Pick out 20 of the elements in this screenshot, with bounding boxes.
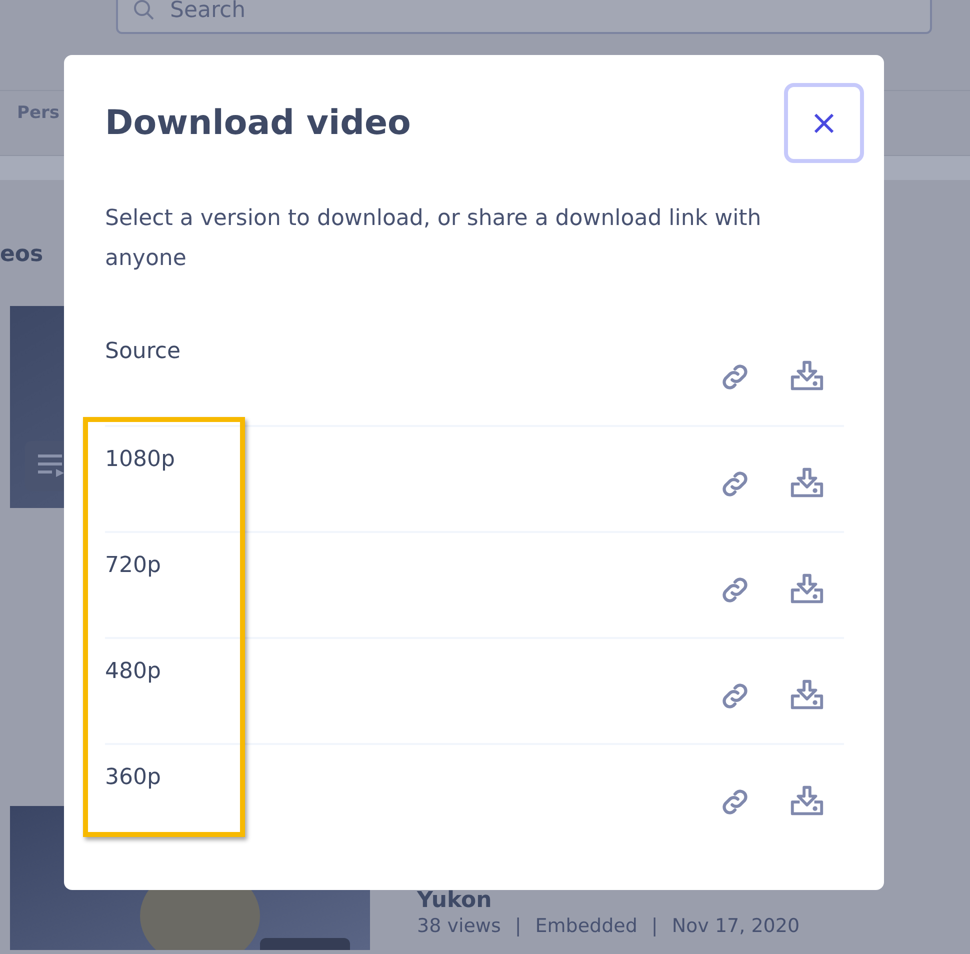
section-title: eos <box>0 242 44 269</box>
version-label: 720p <box>105 553 161 578</box>
video-meta: Embedded <box>535 915 638 937</box>
video-meta: | <box>514 915 522 937</box>
version-row[interactable]: 360p <box>105 743 844 849</box>
close-button[interactable]: × <box>784 83 864 163</box>
dialog-description: Select a version to download, or share a download link with anyone <box>105 205 762 273</box>
version-row[interactable]: 720p <box>105 531 844 637</box>
search-field[interactable]: Search <box>116 0 932 34</box>
video-meta: 38 views <box>417 915 501 937</box>
video-meta: | <box>651 915 658 937</box>
dialog-title: Download video <box>105 103 411 143</box>
version-label: 1080p <box>105 447 175 472</box>
version-label: Source <box>105 339 181 364</box>
version-row[interactable]: 480p <box>105 637 844 743</box>
version-label: 360p <box>105 765 161 790</box>
video-meta: Nov 17, 2020 <box>672 915 800 937</box>
version-row[interactable]: Source <box>105 319 844 425</box>
version-row[interactable]: 1080p <box>105 425 844 531</box>
version-label: 480p <box>105 659 161 684</box>
